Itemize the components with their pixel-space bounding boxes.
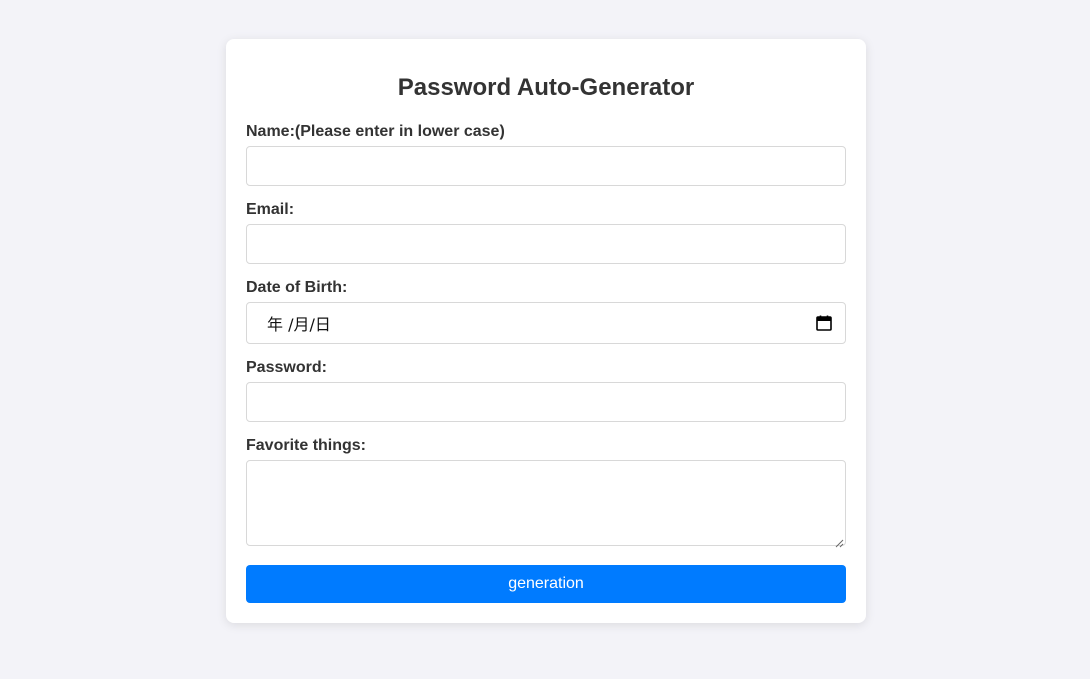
generation-button[interactable]: generation (246, 565, 846, 603)
email-input[interactable] (246, 224, 846, 264)
email-label: Email: (246, 201, 295, 218)
password-input[interactable] (246, 382, 846, 422)
name-label: Name:(Please enter in lower case) (246, 123, 505, 140)
favorites-label: Favorite things: (246, 437, 367, 454)
dob-label: Date of Birth: (246, 279, 348, 296)
dob-date-placeholder: 年 /月/日 (267, 315, 331, 334)
calendar-icon[interactable] (815, 314, 833, 332)
name-input[interactable] (246, 146, 846, 186)
generator-card: Password Auto-Generator Name:(Please ent… (226, 39, 866, 623)
favorites-textarea[interactable] (246, 460, 846, 546)
form-title: Password Auto-Generator (397, 74, 695, 101)
resize-grip-icon[interactable] (834, 535, 844, 548)
password-label: Password: (246, 359, 327, 376)
dob-date-input[interactable]: 年 /月/日 (246, 302, 846, 344)
